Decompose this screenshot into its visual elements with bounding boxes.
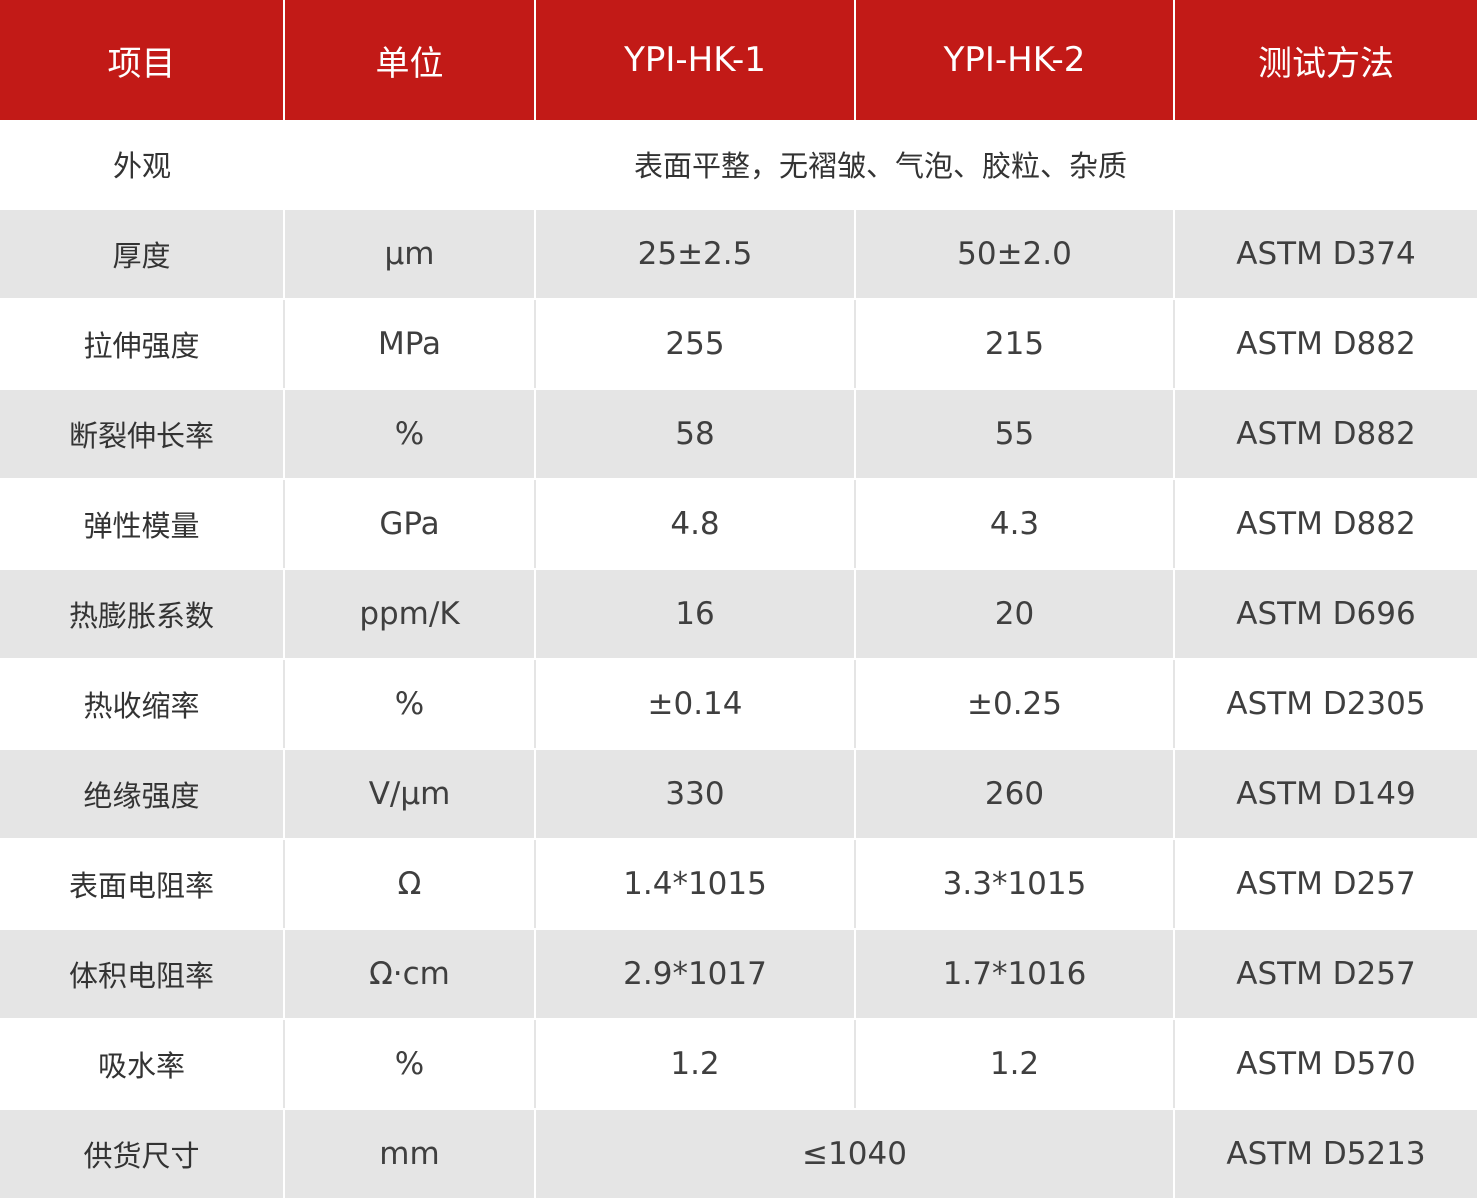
row-ypi-hk-2-value: 20: [854, 569, 1174, 660]
row-unit: %: [283, 1019, 535, 1110]
row-ypi-hk-1-value: 4.8: [534, 479, 855, 570]
row-ypi-hk-2-value: 1.2: [854, 1019, 1174, 1110]
row-test-method: ASTM D5213: [1173, 1109, 1477, 1198]
row-test-method: ASTM D570: [1173, 1019, 1477, 1110]
row-ypi-hk-1-value: 25±2.5: [534, 209, 855, 300]
header-row: 项目 单位 YPI-HK-1 YPI-HK-2 测试方法: [0, 0, 1477, 120]
row-unit: mm: [283, 1109, 535, 1198]
row-ypi-hk-2-value: ±0.25: [854, 659, 1174, 750]
row-test-method: ASTM D374: [1173, 209, 1477, 300]
table-row-appearance: 外观 表面平整，无褶皱、气泡、胶粒、杂质: [0, 120, 1477, 210]
row-ypi-hk-1-value: 330: [534, 749, 855, 840]
row-test-method: ASTM D882: [1173, 389, 1477, 480]
header-ypi-hk-1: YPI-HK-1: [534, 0, 855, 120]
row-ypi-hk-2-value: 215: [854, 299, 1174, 390]
row-item: 外观: [0, 120, 284, 210]
spec-table: 项目 单位 YPI-HK-1 YPI-HK-2 测试方法 外观 表面平整，无褶皱…: [0, 0, 1477, 1198]
row-unit: ppm/K: [283, 569, 535, 660]
row-test-method: ASTM D2305: [1173, 659, 1477, 750]
row-ypi-hk-1-value: 1.2: [534, 1019, 855, 1110]
row-unit: μm: [283, 209, 535, 300]
row-item: 吸水率: [0, 1019, 284, 1110]
table-row: 厚度 μm 25±2.5 50±2.0 ASTM D374: [0, 209, 1477, 300]
header-item: 项目: [0, 0, 284, 120]
row-item: 弹性模量: [0, 479, 284, 570]
header-ypi-hk-2: YPI-HK-2: [854, 0, 1174, 120]
header-unit: 单位: [283, 0, 535, 120]
row-unit: MPa: [283, 299, 535, 390]
row-item: 拉伸强度: [0, 299, 284, 390]
table-row: 热收缩率 % ±0.14 ±0.25 ASTM D2305: [0, 659, 1477, 750]
table-row: 热膨胀系数 ppm/K 16 20 ASTM D696: [0, 569, 1477, 660]
row-ypi-hk-2-value: 260: [854, 749, 1174, 840]
table-row: 拉伸强度 MPa 255 215 ASTM D882: [0, 299, 1477, 390]
row-item: 表面电阻率: [0, 839, 284, 930]
row-item: 断裂伸长率: [0, 389, 284, 480]
row-test-method: ASTM D882: [1173, 479, 1477, 570]
row-unit: V/μm: [283, 749, 535, 840]
row-ypi-hk-1-value: 16: [534, 569, 855, 660]
row-ypi-hk-2-value: 3.3*1015: [854, 839, 1174, 930]
row-unit: Ω·cm: [283, 929, 535, 1020]
table-header: 项目 单位 YPI-HK-1 YPI-HK-2 测试方法: [0, 0, 1477, 120]
row-item: 热收缩率: [0, 659, 284, 750]
row-item: 体积电阻率: [0, 929, 284, 1020]
row-item: 热膨胀系数: [0, 569, 284, 660]
row-ypi-hk-2-value: 4.3: [854, 479, 1174, 570]
table-row-supply-size: 供货尺寸 mm ≤1040 ASTM D5213: [0, 1109, 1477, 1198]
row-ypi-hk-1-value: 1.4*1015: [534, 839, 855, 930]
row-ypi-hk-1-value: 58: [534, 389, 855, 480]
table-row: 绝缘强度 V/μm 330 260 ASTM D149: [0, 749, 1477, 840]
row-ypi-hk-1-value: ±0.14: [534, 659, 855, 750]
row-item: 厚度: [0, 209, 284, 300]
row-item: 绝缘强度: [0, 749, 284, 840]
table-row: 吸水率 % 1.2 1.2 ASTM D570: [0, 1019, 1477, 1110]
table-body: 外观 表面平整，无褶皱、气泡、胶粒、杂质 厚度 μm 25±2.5 50±2.0…: [0, 120, 1477, 1198]
table-row: 弹性模量 GPa 4.8 4.3 ASTM D882: [0, 479, 1477, 570]
row-ypi-hk-1-value: 255: [534, 299, 855, 390]
row-test-method: ASTM D257: [1173, 929, 1477, 1020]
header-test-method: 测试方法: [1173, 0, 1477, 120]
appearance-description: 表面平整，无褶皱、气泡、胶粒、杂质: [284, 120, 1477, 210]
row-test-method: ASTM D149: [1173, 749, 1477, 840]
row-unit: GPa: [283, 479, 535, 570]
table-row: 体积电阻率 Ω·cm 2.9*1017 1.7*1016 ASTM D257: [0, 929, 1477, 1020]
table-row: 断裂伸长率 % 58 55 ASTM D882: [0, 389, 1477, 480]
row-ypi-hk-1-value: 2.9*1017: [534, 929, 855, 1020]
row-unit: %: [283, 389, 535, 480]
row-unit: Ω: [283, 839, 535, 930]
row-unit: %: [283, 659, 535, 750]
row-ypi-hk-2-value: 50±2.0: [854, 209, 1174, 300]
row-ypi-hk-2-value: 55: [854, 389, 1174, 480]
row-item: 供货尺寸: [0, 1109, 284, 1198]
row-test-method: ASTM D696: [1173, 569, 1477, 660]
supply-size-value: ≤1040: [534, 1109, 1174, 1198]
row-ypi-hk-2-value: 1.7*1016: [854, 929, 1174, 1020]
row-test-method: ASTM D882: [1173, 299, 1477, 390]
table-row: 表面电阻率 Ω 1.4*1015 3.3*1015 ASTM D257: [0, 839, 1477, 930]
row-test-method: ASTM D257: [1173, 839, 1477, 930]
